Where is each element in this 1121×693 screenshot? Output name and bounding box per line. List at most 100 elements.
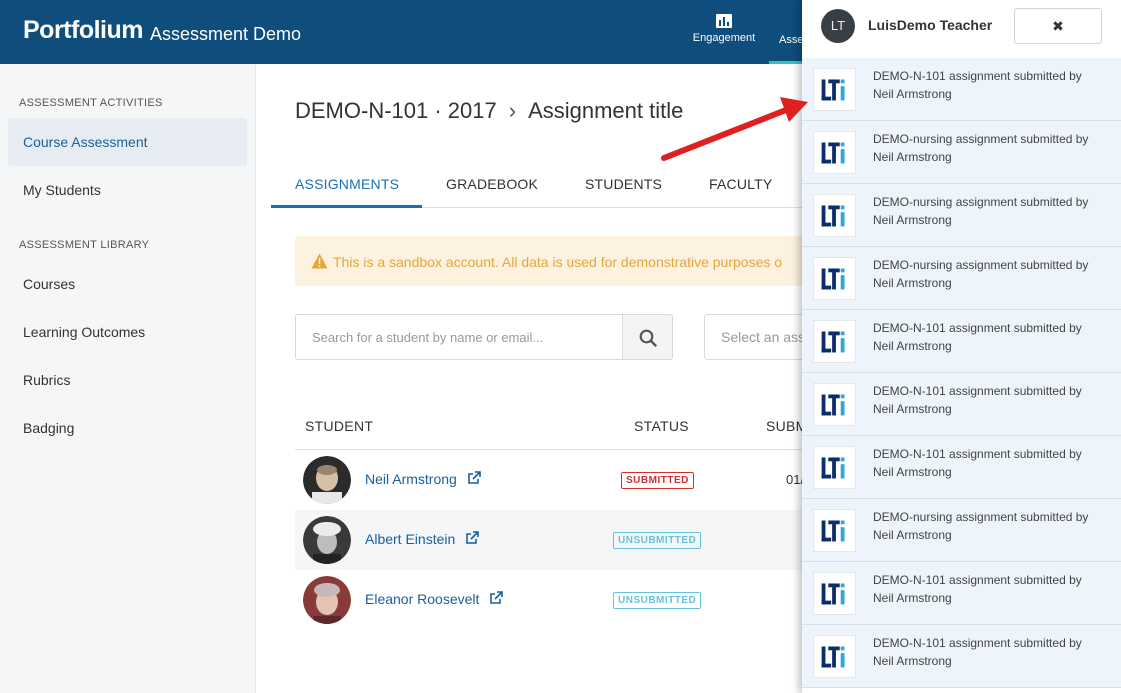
notification-title: DEMO-nursing assignment submitted by [873,132,1089,146]
notification-text: DEMO-nursing assignment submitted by Neil… [873,256,1113,292]
student-name-link[interactable]: Neil Armstrong [365,471,481,487]
lti-icon [813,131,856,174]
lti-icon [813,383,856,426]
status-badge: SUBMITTED [621,472,694,489]
sidebar-item-courses[interactable]: Courses [8,260,247,308]
notification-item[interactable]: DEMO-nursing assignment submitted by Neil… [802,121,1121,184]
notification-item[interactable]: DEMO-N-101 assignment submitted by Neil A… [802,58,1121,121]
tab-gradebook[interactable]: GRADEBOOK [446,176,538,192]
tab-faculty[interactable]: FACULTY [709,176,772,192]
student-name[interactable]: Neil Armstrong [365,471,457,487]
notification-item[interactable]: DEMO-nursing assignment submitted by Neil… [802,247,1121,310]
status-badge: UNSUBMITTED [613,592,702,609]
notification-item[interactable]: DEMO-N-101 assignment submitted by Neil A… [802,562,1121,625]
notification-student: Neil Armstrong [873,339,952,353]
breadcrumb-course[interactable]: DEMO-N-101 · 2017 [295,98,497,123]
column-header-status[interactable]: STATUS [634,418,689,434]
breadcrumb-page: Assignment title [528,98,684,123]
notifications-panel: LT LuisDemo Teacher ✖ DEMO-N-101 assignm… [802,0,1121,693]
lti-icon [813,509,856,552]
student-name-link[interactable]: Eleanor Roosevelt [365,591,504,607]
nav-assessment[interactable]: Asse [779,34,803,46]
portfolium-logo[interactable]: Portfolium [23,16,144,45]
notification-student: Neil Armstrong [873,402,952,416]
notification-text: DEMO-N-101 assignment submitted by Neil A… [873,571,1113,607]
notification-title: DEMO-N-101 assignment submitted by [873,573,1082,587]
user-avatar[interactable]: LT [821,9,855,43]
search-icon [639,329,657,347]
notification-title: DEMO-nursing assignment submitted by [873,195,1089,209]
student-search-input[interactable] [295,314,623,360]
notification-student: Neil Armstrong [873,591,952,605]
search-button[interactable] [622,314,673,360]
lti-icon [813,572,856,615]
lti-icon [813,257,856,300]
external-link-icon[interactable] [467,471,481,485]
external-link-icon[interactable] [465,531,479,545]
sandbox-alert: This is a sandbox account. All data is u… [295,236,815,286]
notification-title: DEMO-nursing assignment submitted by [873,510,1089,524]
student-name-link[interactable]: Albert Einstein [365,531,479,547]
notification-student: Neil Armstrong [873,150,952,164]
nav-engagement-label: Engagement [692,32,756,44]
lti-icon [813,446,856,489]
tab-students[interactable]: STUDENTS [585,176,662,192]
sidebar-item-learning-outcomes[interactable]: Learning Outcomes [8,308,247,356]
warning-icon [311,253,328,269]
notification-title: DEMO-N-101 assignment submitted by [873,384,1082,398]
status-badge: UNSUBMITTED [613,532,702,549]
nav-engagement[interactable]: Engagement [686,14,762,44]
student-name[interactable]: Albert Einstein [365,531,455,547]
lti-icon [813,320,856,363]
notification-item[interactable]: DEMO-nursing assignment submitted by Neil… [802,184,1121,247]
tab-assignments[interactable]: ASSIGNMENTS [295,176,399,192]
sidebar-item-badging[interactable]: Badging [8,404,247,452]
notification-student: Neil Armstrong [873,465,952,479]
notification-item[interactable]: DEMO-N-101 assignment submitted by Neil A… [802,625,1121,688]
notification-title: DEMO-N-101 assignment submitted by [873,447,1082,461]
user-name: LuisDemo Teacher [868,17,993,33]
alert-message: This is a sandbox account. All data is u… [333,254,783,270]
notification-item[interactable]: DEMO-N-101 assignment submitted by Neil A… [802,436,1121,499]
section-heading-activities: ASSESSMENT ACTIVITIES [19,97,163,109]
lti-icon [813,68,856,111]
student-name[interactable]: Eleanor Roosevelt [365,591,479,607]
notification-item[interactable]: DEMO-nursing assignment submitted by Neil… [802,499,1121,562]
avatar [303,576,351,624]
active-tab-indicator [271,205,422,208]
notification-title: DEMO-N-101 assignment submitted by [873,69,1082,83]
notification-text: DEMO-nursing assignment submitted by Neil… [873,130,1113,166]
notification-student: Neil Armstrong [873,87,952,101]
notification-student: Neil Armstrong [873,528,952,542]
app-title: Assessment Demo [150,24,302,44]
notification-item[interactable]: DEMO-N-101 assignment submitted by Neil A… [802,310,1121,373]
notification-text: DEMO-N-101 assignment submitted by Neil A… [873,382,1113,418]
section-heading-library: ASSESSMENT LIBRARY [19,239,150,251]
breadcrumb: DEMO-N-101 · 2017 › Assignment title [295,98,683,124]
notification-title: DEMO-nursing assignment submitted by [873,258,1089,272]
notification-item[interactable]: DEMO-N-101 assignment submitted by Neil A… [802,373,1121,436]
notification-text: DEMO-nursing assignment submitted by Neil… [873,508,1113,544]
close-button[interactable]: ✖ [1014,8,1102,44]
sidebar-item-rubrics[interactable]: Rubrics [8,356,247,404]
breadcrumb-separator: › [508,98,517,123]
external-link-icon[interactable] [489,591,504,605]
notification-text: DEMO-N-101 assignment submitted by Neil A… [873,634,1113,670]
notification-text: DEMO-nursing assignment submitted by Neil… [873,193,1113,229]
avatar [303,456,351,504]
lti-icon [813,635,856,678]
sidebar-item-my-students[interactable]: My Students [8,166,247,214]
notification-text: DEMO-N-101 assignment submitted by Neil A… [873,67,1113,103]
notification-student: Neil Armstrong [873,276,952,290]
sidebar-item-course-assessment[interactable]: Course Assessment [8,118,247,166]
table-row: Albert Einstein UNSUBMITTED [295,510,815,570]
table-row: Eleanor Roosevelt UNSUBMITTED [295,570,815,630]
notification-student: Neil Armstrong [873,654,952,668]
notification-student: Neil Armstrong [873,213,952,227]
column-header-student[interactable]: STUDENT [305,418,373,434]
notification-text: DEMO-N-101 assignment submitted by Neil A… [873,319,1113,355]
notification-title: DEMO-N-101 assignment submitted by [873,636,1082,650]
avatar [303,516,351,564]
bar-chart-icon [716,14,732,28]
table-row: Neil Armstrong SUBMITTED 01/ [295,450,815,510]
